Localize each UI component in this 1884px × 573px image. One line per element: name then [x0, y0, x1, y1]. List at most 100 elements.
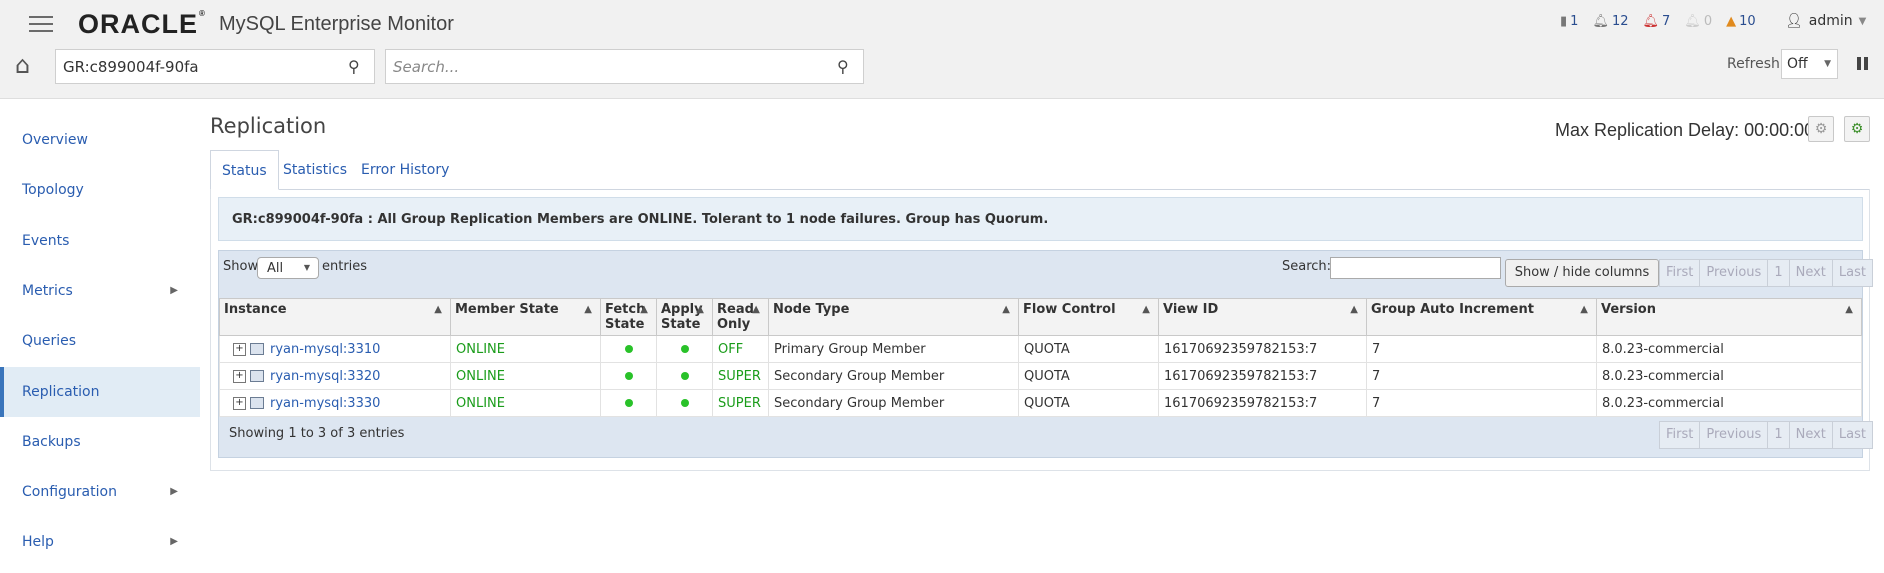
hamburger-menu-icon[interactable]: [29, 16, 53, 33]
sidebar-item-events[interactable]: Events: [0, 216, 200, 266]
instance-cell: + ryan-mysql:3320: [219, 362, 451, 390]
server-icon: [250, 397, 264, 409]
server-icon: [250, 370, 264, 382]
expand-icon[interactable]: +: [233, 342, 246, 356]
sidebar-item-metrics[interactable]: Metrics ▶: [0, 266, 200, 316]
chevron-right-icon: ▶: [170, 536, 178, 547]
col-member-state[interactable]: Member State ▲: [450, 298, 601, 336]
show-hide-columns-button[interactable]: Show / hide columns: [1505, 259, 1659, 287]
home-icon[interactable]: ⌂: [15, 51, 30, 79]
server-icon: [250, 343, 264, 355]
fire-icon: ▲: [1726, 14, 1737, 29]
col-apply-state[interactable]: Apply State ▲: [656, 298, 713, 336]
apply-state-ok-icon: [680, 371, 689, 380]
sort-icon: ▲: [696, 304, 704, 315]
members-table: Instance ▲ Member State ▲ Fetch State ▲ App…: [219, 298, 1862, 417]
chevron-down-icon: ▼: [1858, 15, 1867, 27]
col-instance[interactable]: Instance ▲: [219, 298, 451, 336]
sidebar-item-queries[interactable]: Queries: [0, 316, 200, 366]
chevron-down-icon: ▼: [1824, 59, 1831, 69]
pager-page[interactable]: 1: [1768, 260, 1790, 286]
product-name: MySQL Enterprise Monitor: [219, 13, 454, 35]
tab-error-history[interactable]: Error History: [350, 150, 460, 190]
table-search-label: Search:: [1282, 259, 1332, 274]
chevron-right-icon: ▶: [170, 285, 178, 296]
global-search-field[interactable]: Search... ⚲: [385, 49, 864, 84]
fetch-state-ok-icon: [624, 371, 633, 380]
emergency-events-counter[interactable]: 🔔︎ 0: [1684, 14, 1712, 29]
server-icon: ▮: [1560, 14, 1568, 29]
group-filter-field[interactable]: GR:c899004f-90fa ⚲: [55, 49, 375, 84]
servers-counter[interactable]: ▮ 1: [1560, 14, 1578, 29]
table-row: + ryan-mysql:3330 ONLINE SUPER Secondary …: [219, 389, 1862, 417]
refresh-label: Refresh: [1727, 56, 1780, 72]
critical-events-counter[interactable]: 🔔︎ 7: [1643, 14, 1671, 29]
info-bell-icon: 🔔︎: [1592, 14, 1609, 29]
sidebar-item-replication[interactable]: Replication: [0, 367, 200, 417]
table-row: + ryan-mysql:3320 ONLINE SUPER Secondary …: [219, 362, 1862, 390]
pause-icon[interactable]: [1857, 57, 1868, 70]
col-fetch-state[interactable]: Fetch State ▲: [600, 298, 657, 336]
pager-first[interactable]: First: [1660, 422, 1701, 448]
pager-last[interactable]: Last: [1833, 260, 1872, 286]
pagination-bottom: First Previous 1 Next Last: [1659, 421, 1873, 449]
sidebar-item-backups[interactable]: Backups: [0, 417, 200, 467]
fetch-state-ok-icon: [624, 344, 633, 353]
sidebar-item-configuration[interactable]: Configuration ▶: [0, 467, 200, 517]
expand-icon[interactable]: +: [233, 396, 246, 410]
col-group-auto-increment[interactable]: Group Auto Increment ▲: [1366, 298, 1597, 336]
sidebar-item-help[interactable]: Help ▶: [0, 517, 200, 567]
apply-state-ok-icon: [680, 398, 689, 407]
page-title: Replication: [210, 114, 327, 138]
col-node-type[interactable]: Node Type ▲: [768, 298, 1019, 336]
info-events-counter[interactable]: 🔔︎ 12: [1592, 14, 1628, 29]
chevron-right-icon: ▶: [170, 486, 178, 497]
sort-icon: ▲: [752, 304, 760, 315]
instance-cell: + ryan-mysql:3330: [219, 389, 451, 417]
pager-next[interactable]: Next: [1790, 260, 1833, 286]
sort-icon: ▲: [1580, 304, 1588, 315]
table-search-input[interactable]: [1330, 257, 1501, 279]
user-icon: 👤︎: [1785, 13, 1803, 29]
warning-events-counter[interactable]: ▲ 10: [1726, 14, 1756, 29]
sort-icon: ▲: [1350, 304, 1358, 315]
pager-page[interactable]: 1: [1768, 422, 1790, 448]
pager-previous[interactable]: Previous: [1700, 422, 1769, 448]
user-menu[interactable]: 👤︎ admin ▼: [1785, 13, 1866, 29]
col-read-only[interactable]: Read Only ▲: [712, 298, 769, 336]
fetch-state-ok-icon: [624, 398, 633, 407]
tab-statistics[interactable]: Statistics: [272, 150, 358, 190]
expand-icon[interactable]: +: [233, 369, 246, 383]
sort-icon: ▲: [1002, 304, 1010, 315]
emergency-bell-icon: 🔔︎: [1684, 14, 1701, 29]
sidebar-item-overview[interactable]: Overview: [0, 115, 200, 165]
status-counters: ▮ 1 🔔︎ 12 🔔︎ 7 🔔︎ 0 ▲ 10: [1560, 14, 1756, 29]
sort-icon: ▲: [1142, 304, 1150, 315]
pagination-top: First Previous 1 Next Last: [1659, 259, 1873, 287]
pager-previous[interactable]: Previous: [1700, 260, 1769, 286]
group-status-banner: GR:c899004f-90fa : All Group Replication…: [218, 197, 1863, 241]
pager-last[interactable]: Last: [1833, 422, 1872, 448]
col-flow-control[interactable]: Flow Control ▲: [1018, 298, 1159, 336]
sidebar-item-topology[interactable]: Topology: [0, 165, 200, 215]
pager-first[interactable]: First: [1660, 260, 1701, 286]
refresh-select[interactable]: Off ▼: [1781, 49, 1838, 79]
tab-status[interactable]: Status: [210, 150, 279, 190]
table-row: + ryan-mysql:3310 ONLINE OFF Primary Grou…: [219, 335, 1862, 363]
settings-icon[interactable]: ⚙: [1844, 116, 1870, 142]
sort-icon: ▲: [584, 304, 592, 315]
showing-entries-info: Showing 1 to 3 of 3 entries: [229, 426, 405, 441]
page-size-select[interactable]: All ▼: [257, 257, 319, 279]
search-icon[interactable]: ⚲: [837, 57, 863, 76]
instance-cell: + ryan-mysql:3310: [219, 335, 451, 363]
search-icon[interactable]: ⚲: [348, 57, 374, 76]
oracle-logo: ORACLE®: [78, 9, 206, 39]
sort-icon: ▲: [434, 304, 442, 315]
chevron-down-icon: ▼: [303, 263, 310, 272]
col-view-id[interactable]: View ID ▲: [1158, 298, 1367, 336]
col-version[interactable]: Version ▲: [1596, 298, 1862, 336]
max-replication-delay: Max Replication Delay: 00:00:00: [1555, 120, 1815, 140]
pager-next[interactable]: Next: [1790, 422, 1833, 448]
disable-replication-icon[interactable]: ⚙: [1808, 116, 1834, 142]
entries-label: entries: [322, 259, 368, 274]
